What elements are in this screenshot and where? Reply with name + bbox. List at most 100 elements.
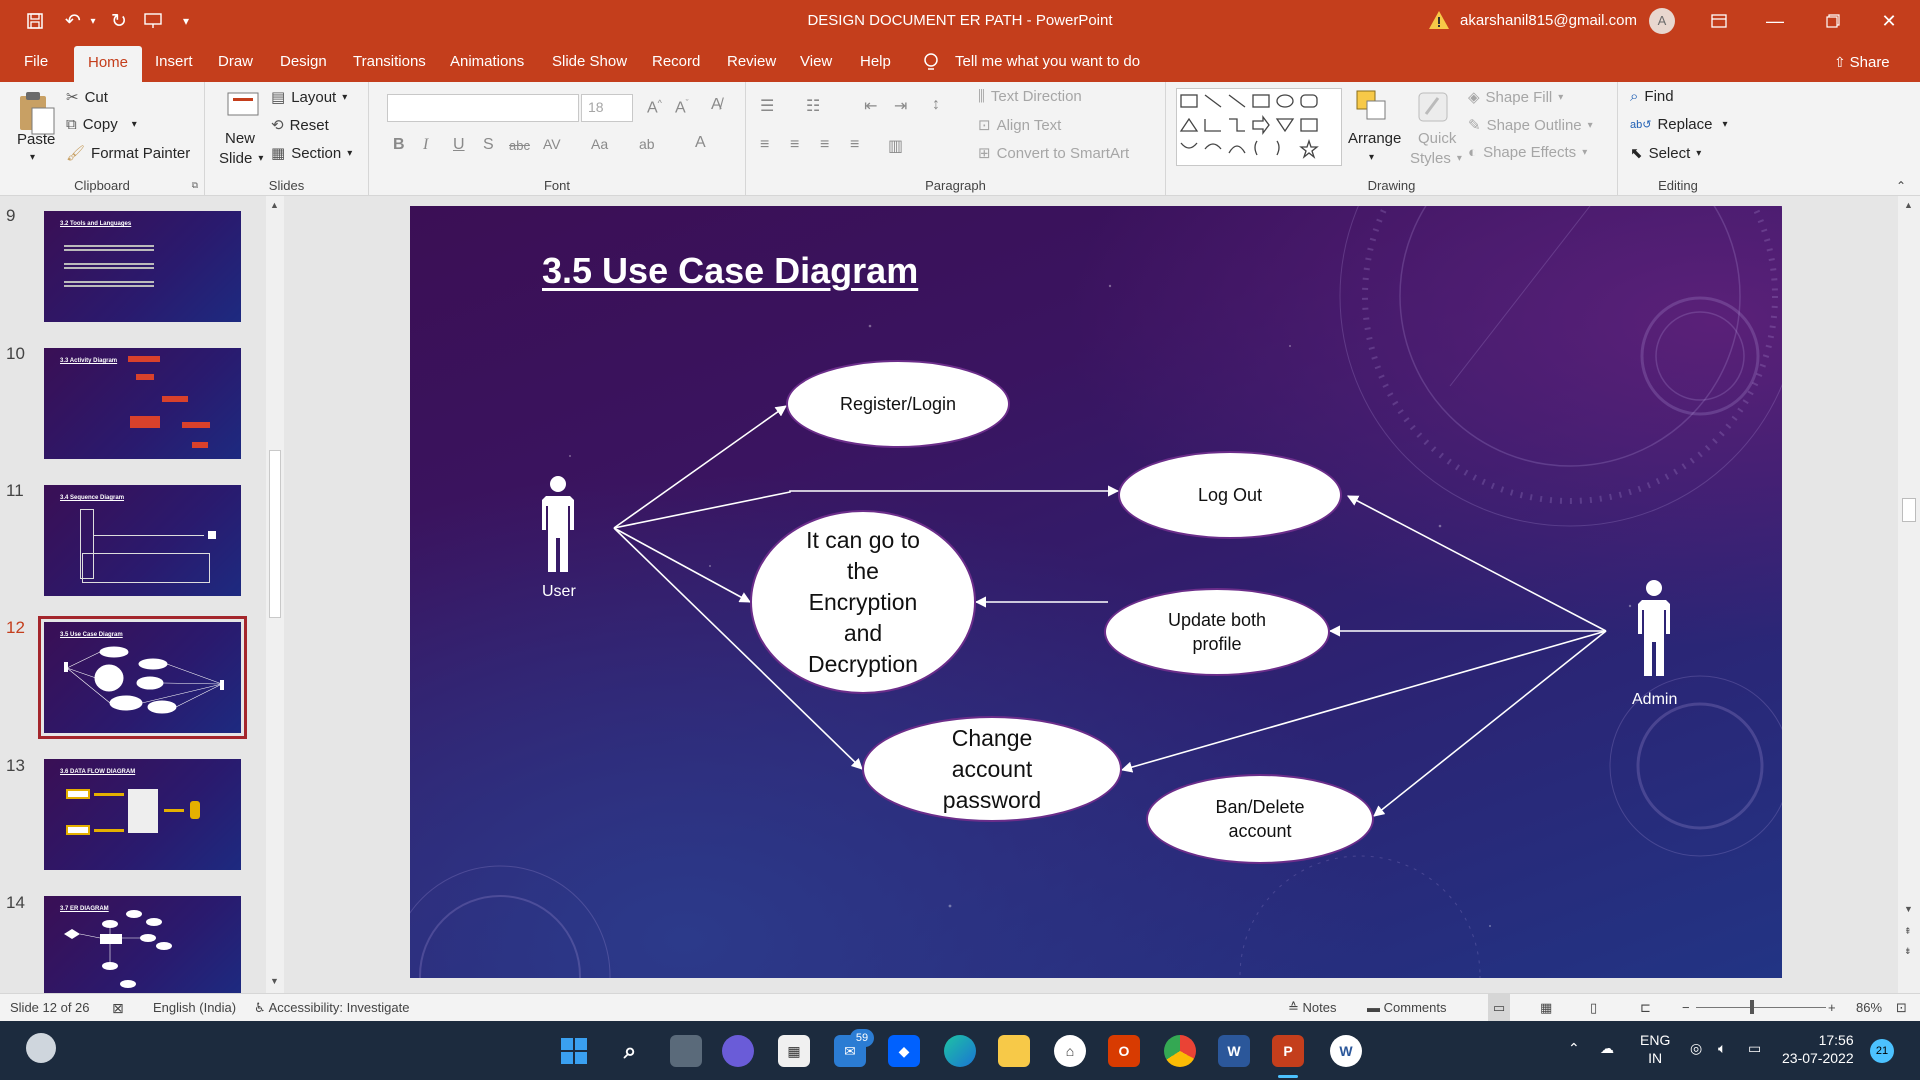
slide-sorter-icon[interactable]: ▦ [1540,994,1552,1022]
align-text-button[interactable]: ⊡ Align Text [978,116,1061,135]
account-email[interactable]: akarshanil815@gmail.com [1460,0,1637,42]
collapse-ribbon-icon[interactable]: ⌃ [1896,179,1906,193]
language-indicator[interactable]: ENG IN [1640,1031,1670,1067]
scroll-down-icon[interactable]: ▼ [270,976,279,986]
dialog-launcher-icon[interactable]: ⧉ [192,180,198,191]
comments-button[interactable]: ▬ Comments [1367,994,1446,1022]
tab-slide-show[interactable]: Slide Show [548,42,631,82]
columns-icon[interactable]: ▥ [888,136,903,156]
scroll-thumb[interactable] [269,450,281,618]
find-button[interactable]: ⌕ Find [1630,88,1674,105]
shape-outline-button[interactable]: ✎ Shape Outline ▾ [1468,116,1593,135]
network-icon[interactable]: ◎ [1690,1039,1702,1057]
minimize-icon[interactable]: — [1752,0,1798,42]
strikethrough-icon[interactable]: abc [509,138,530,153]
share-button[interactable]: ⇧ Share [1834,42,1890,82]
zoom-out-icon[interactable]: − [1682,994,1690,1022]
close-icon[interactable]: ✕ [1866,0,1912,42]
text-direction-button[interactable]: ⫼ Text Direction [978,88,1082,105]
tab-insert[interactable]: Insert [151,42,197,82]
use-case-log-out[interactable]: Log Out [1118,451,1342,539]
battery-icon[interactable]: ▭ [1748,1039,1761,1057]
slide-thumbnail-9[interactable]: 3.2 Tools and Languages [44,211,241,322]
decrease-indent-icon[interactable]: ⇤ [864,96,877,116]
tab-record[interactable]: Record [648,42,704,82]
copy-button[interactable]: ⧉ Copy ▾ [66,116,137,133]
quick-styles-label-1[interactable]: Quick [1418,130,1456,147]
save-icon[interactable] [20,0,50,42]
scroll-up-icon[interactable]: ▲ [270,200,279,210]
increase-font-icon[interactable]: A^ [647,98,662,117]
redo-icon[interactable]: ↻ [104,0,134,42]
word-icon[interactable]: W [1218,1035,1250,1067]
undo-dropdown-icon[interactable]: ▾ [86,0,100,42]
search-icon[interactable]: ⌕ [614,1035,646,1067]
shadow-icon[interactable]: S [483,136,494,154]
tab-view[interactable]: View [796,42,836,82]
new-slide-icon[interactable] [225,90,261,126]
slide-thumbnail-12[interactable]: 3.5 Use Case Diagram [38,616,247,739]
tab-animations[interactable]: Animations [446,42,528,82]
scroll-up-icon[interactable]: ▲ [1904,200,1913,210]
slide-thumbnail-10[interactable]: 3.3 Activity Diagram [44,348,241,459]
font-name-input[interactable] [387,94,579,122]
undo-icon[interactable]: ↶ [58,0,88,42]
numbering-icon[interactable]: ☷ [806,96,820,116]
use-case-encryption[interactable]: It can go to the Encryption and Decrypti… [750,510,976,694]
increase-indent-icon[interactable]: ⇥ [894,96,907,116]
zoom-slider[interactable] [1696,1007,1826,1008]
arrange-dropdown-icon[interactable]: ▾ [1369,152,1374,163]
slide-scrollbar[interactable]: ▲ ▼ ⇞ ⇟ [1898,196,1920,993]
shapes-gallery[interactable] [1176,88,1342,166]
bullets-icon[interactable]: ☰ [760,96,774,116]
slide-thumbnail-11[interactable]: 3.4 Sequence Diagram [44,485,241,596]
clock[interactable]: 17:56 23-07-2022 [1782,1031,1854,1067]
tab-review[interactable]: Review [723,42,780,82]
bold-icon[interactable]: B [393,136,405,154]
onedrive-icon[interactable]: ☁ [1600,1039,1614,1057]
chrome-icon[interactable] [1164,1035,1196,1067]
use-case-change-password[interactable]: Change account password [862,716,1122,822]
new-slide-button[interactable]: Slide ▾ [219,150,263,167]
shape-effects-button[interactable]: ◐ Shape Effects ▾ [1468,144,1587,161]
convert-smartart-button[interactable]: ⊞ Convert to SmartArt [978,144,1129,163]
present-icon[interactable] [138,0,168,42]
store-icon[interactable]: ▦ [778,1035,810,1067]
highlight-icon[interactable]: ab [639,136,655,152]
zoom-slider-thumb[interactable] [1750,1000,1754,1014]
use-case-ban-delete[interactable]: Ban/Delete account [1146,774,1374,864]
use-case-update-profile[interactable]: Update both profile [1104,588,1330,676]
paste-icon[interactable] [14,88,58,136]
powerpoint-icon[interactable]: P [1272,1035,1304,1067]
volume-icon[interactable]: 🔈︎ [1718,1039,1726,1057]
admin-actor-icon[interactable] [1634,580,1674,676]
slide-canvas[interactable]: 3.5 Use Case Diagram User Admin Register… [410,206,1782,978]
start-icon[interactable] [558,1035,590,1067]
app-icon[interactable]: W [1330,1035,1362,1067]
customize-toolbar-icon[interactable]: ▾ [176,0,196,42]
weather-icon[interactable] [26,1033,56,1063]
app-icon[interactable]: ⌂ [1054,1035,1086,1067]
decrease-font-icon[interactable]: Aˇ [675,98,689,117]
next-slide-icon[interactable]: ⇟ [1904,946,1912,957]
task-view-icon[interactable] [670,1035,702,1067]
underline-icon[interactable]: U [453,136,465,154]
zoom-level[interactable]: 86% [1856,994,1882,1022]
scroll-down-icon[interactable]: ▼ [1904,904,1913,914]
teams-chat-icon[interactable] [722,1035,754,1067]
quick-styles-button[interactable]: Styles ▾ [1410,150,1462,167]
line-spacing-icon[interactable]: ↕ [932,96,940,114]
copy-dropdown-icon[interactable]: ▾ [132,119,137,130]
font-size-input[interactable]: 18 [581,94,633,122]
warning-icon[interactable] [1428,9,1450,31]
dropbox-icon[interactable]: ◆ [888,1035,920,1067]
justify-icon[interactable]: ≡ [850,136,859,154]
paste-button[interactable]: Paste [17,131,55,148]
ribbon-display-icon[interactable] [1696,0,1742,42]
align-left-icon[interactable]: ≡ [760,136,769,154]
tab-home[interactable]: Home [74,46,143,82]
tab-help[interactable]: Help [856,42,895,82]
accessibility-button[interactable]: ♿ Accessibility: Investigate [254,994,409,1022]
edge-icon[interactable] [944,1035,976,1067]
quick-styles-icon[interactable] [1416,90,1452,126]
